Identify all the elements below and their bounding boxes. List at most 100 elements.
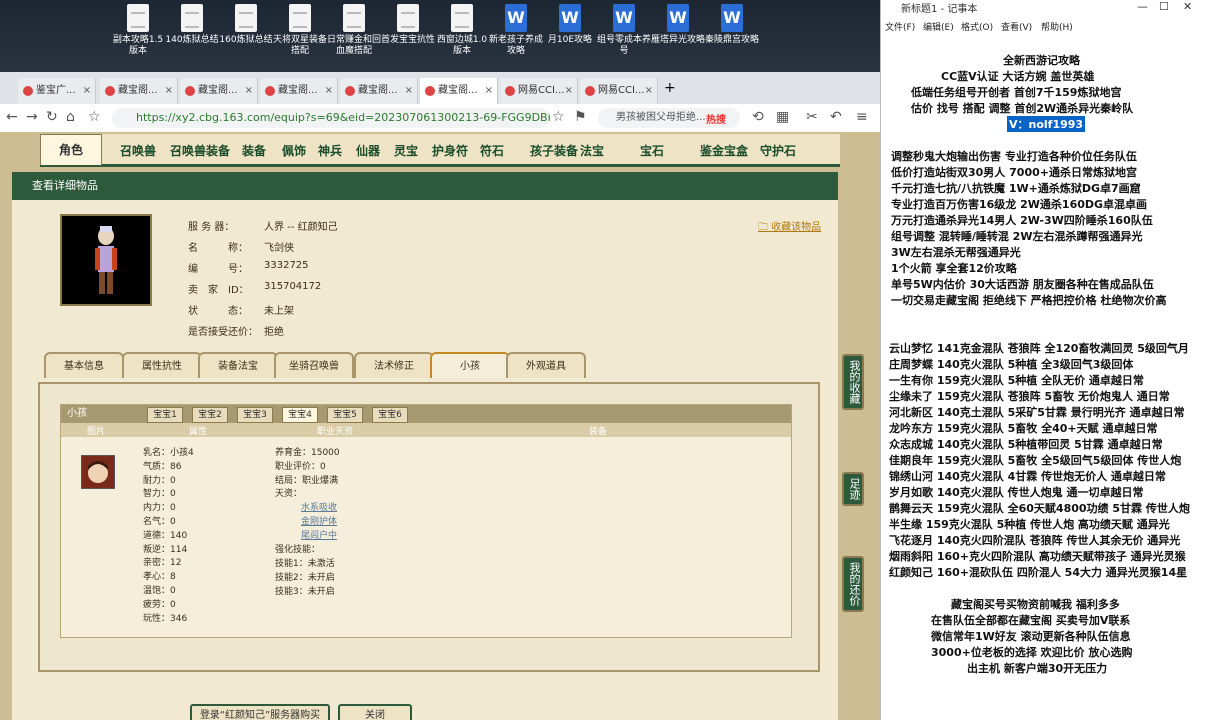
- category-tab[interactable]: 神兵: [318, 142, 342, 159]
- browser-tab[interactable]: 网易CCI... ×: [500, 78, 578, 104]
- reload-icon[interactable]: ↻: [46, 109, 58, 125]
- category-tab[interactable]: 灵宝: [394, 142, 418, 159]
- grid-icon[interactable]: ▦: [776, 109, 789, 125]
- star-icon[interactable]: ☆: [88, 109, 101, 125]
- sync-icon[interactable]: ⟲: [752, 109, 764, 125]
- character-figure-icon: [95, 226, 117, 294]
- url-input[interactable]: https://xy2.cbg.163.com/equip?s=69&eid=2…: [112, 108, 550, 128]
- browser-tab[interactable]: 藏宝阁... ×: [180, 78, 258, 104]
- desktop-icon[interactable]: W 组号零成本养号: [596, 4, 652, 57]
- baby-tab[interactable]: 宝宝4: [282, 407, 318, 423]
- desktop-icon[interactable]: 天将双星装备搭配: [272, 4, 328, 57]
- buy-button[interactable]: 登录“红颜知己”服务器购买: [190, 704, 330, 720]
- browser-tab[interactable]: 藏宝阁... ×: [260, 78, 338, 104]
- category-tab[interactable]: 守护石: [760, 142, 796, 159]
- talent-link[interactable]: 金刚护体: [301, 514, 337, 527]
- desktop-icon[interactable]: 日常赚金和回血魔搭配: [326, 4, 382, 57]
- notepad-menu-item[interactable]: 文件(F): [885, 20, 915, 36]
- tab-close-icon[interactable]: ×: [245, 78, 253, 104]
- side-button[interactable]: 我的还价: [842, 556, 864, 612]
- category-tab[interactable]: 召唤兽: [120, 142, 156, 159]
- notepad-text[interactable]: 全新西游记攻略 CC蓝V认证 大话方婉 盖世英雄 低端任务组号开创者 首创7千159…: [881, 40, 1208, 720]
- notepad-menu: 文件(F) 编辑(E) 格式(O) 查看(V) 帮助(H): [881, 20, 1208, 36]
- scissors-icon[interactable]: ✂: [806, 109, 818, 125]
- notepad-menu-item[interactable]: 编辑(E): [923, 20, 954, 36]
- sub-tab[interactable]: 小孩: [430, 352, 510, 378]
- desktop-icon[interactable]: 副本攻略1.5版本: [110, 4, 166, 57]
- hot-search-badge: 热搜: [706, 115, 726, 126]
- category-tab[interactable]: 佩饰: [282, 142, 306, 159]
- back-icon[interactable]: ←: [6, 109, 18, 125]
- desktop-icon[interactable]: W 月10E攻略: [542, 4, 598, 46]
- tab-close-icon[interactable]: ×: [565, 78, 573, 104]
- side-button[interactable]: 足迹: [842, 472, 864, 506]
- desktop-icon[interactable]: W 雁塔异光攻略: [650, 4, 706, 46]
- notepad-menu-item[interactable]: 帮助(H): [1041, 20, 1073, 36]
- info-label: 名 称：: [188, 243, 248, 254]
- category-tab[interactable]: 符石: [480, 142, 504, 159]
- category-tab[interactable]: 召唤兽装备: [170, 142, 230, 159]
- category-tab[interactable]: 法宝: [580, 142, 604, 159]
- collect-link[interactable]: 🗀 收藏该物品: [758, 218, 821, 237]
- tab-close-icon[interactable]: ×: [485, 78, 493, 104]
- category-tab[interactable]: 孩子装备: [530, 142, 578, 159]
- baby-tab[interactable]: 宝宝5: [327, 407, 363, 423]
- sub-tab[interactable]: 装备法宝: [198, 352, 278, 378]
- desktop-icon[interactable]: W 新老孩子养成攻略: [488, 4, 544, 57]
- forward-icon[interactable]: →: [26, 109, 38, 125]
- notepad-line: 藏宝阁买号买物资前喊我 福利多多: [951, 598, 1120, 611]
- browser-tab[interactable]: 藏宝阁... ×: [100, 78, 178, 104]
- side-button[interactable]: 我的收藏: [842, 354, 864, 410]
- menu-icon[interactable]: ≡: [856, 109, 868, 125]
- category-tab[interactable]: 鉴金宝盒: [700, 142, 748, 159]
- tab-close-icon[interactable]: ×: [165, 78, 173, 104]
- baby-tab[interactable]: 宝宝1: [147, 407, 183, 423]
- close-icon[interactable]: ✕: [1183, 0, 1192, 13]
- baby-tab[interactable]: 宝宝6: [372, 407, 408, 423]
- tab-close-icon[interactable]: ×: [325, 78, 333, 104]
- browser-tab[interactable]: 鉴宝广... ×: [18, 78, 96, 104]
- sub-tab[interactable]: 属性抗性: [122, 352, 202, 378]
- desktop-icon[interactable]: 首发宝宝抗性: [380, 4, 436, 46]
- skill-item: 技能3：未开启: [275, 586, 335, 597]
- category-tab[interactable]: 宝石: [640, 142, 664, 159]
- child-stat: 疲劳：0: [143, 599, 176, 610]
- desktop-icon[interactable]: 160炼狱总结: [218, 4, 274, 46]
- home-icon[interactable]: ⌂: [66, 109, 75, 125]
- notepad-line: 半生缘 159克火混队 5种植 传世人炮 高功绩天赋 通异光: [889, 518, 1170, 531]
- browser-tab[interactable]: 藏宝阁... ×: [420, 78, 498, 104]
- baby-tab[interactable]: 宝宝2: [192, 407, 228, 423]
- baby-tab[interactable]: 宝宝3: [237, 407, 273, 423]
- sub-tab[interactable]: 法术修正: [354, 352, 434, 378]
- desktop-icon[interactable]: 西窗边城1.0版本: [434, 4, 490, 57]
- category-tab[interactable]: 仙器: [356, 142, 380, 159]
- category-tab[interactable]: 装备: [242, 142, 266, 159]
- info-value: 人界 -- 红颜知己: [264, 222, 338, 233]
- notepad-line: 1个火箭 享全套12价攻略: [891, 262, 1017, 275]
- talent-link[interactable]: 水系吸收: [301, 500, 337, 513]
- minimize-icon[interactable]: —: [1137, 0, 1148, 13]
- undo-icon[interactable]: ↶: [830, 109, 842, 125]
- category-tab[interactable]: 角色: [40, 134, 103, 165]
- tab-close-icon[interactable]: ×: [405, 78, 413, 104]
- browser-tab[interactable]: 藏宝阁... ×: [340, 78, 418, 104]
- sub-tab[interactable]: 基本信息: [44, 352, 124, 378]
- tab-close-icon[interactable]: ×: [83, 78, 91, 104]
- browser-tab[interactable]: 网易CCI... ×: [580, 78, 658, 104]
- notepad-menu-item[interactable]: 格式(O): [961, 20, 993, 36]
- sub-tab[interactable]: 坐骑召唤兽: [274, 352, 354, 378]
- tab-title: 网易CCI...: [598, 85, 645, 96]
- collect-label: 收藏该物品: [771, 222, 822, 233]
- category-tab[interactable]: 护身符: [432, 142, 468, 159]
- desktop-icon[interactable]: W 秦陵鼎宫攻略: [704, 4, 760, 46]
- close-button[interactable]: 关闭: [338, 704, 412, 720]
- bookmark-star-icon[interactable]: ☆: [552, 109, 565, 125]
- desktop-icon[interactable]: 140炼狱总结: [164, 4, 220, 46]
- maximize-icon[interactable]: ☐: [1159, 0, 1169, 13]
- notepad-menu-item[interactable]: 查看(V): [1001, 20, 1032, 36]
- talent-link[interactable]: 尾闾户中: [301, 528, 337, 541]
- new-tab-icon[interactable]: +: [664, 80, 676, 96]
- extension-icon[interactable]: ⚑: [574, 109, 587, 125]
- sub-tab[interactable]: 外观道具: [506, 352, 586, 378]
- tab-close-icon[interactable]: ×: [645, 78, 653, 104]
